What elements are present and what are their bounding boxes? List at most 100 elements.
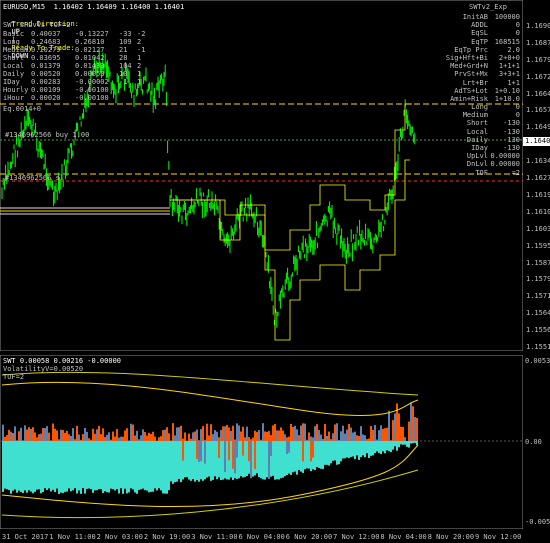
histogram-bar-high — [54, 428, 56, 441]
histogram-bar-low — [348, 441, 350, 459]
histogram-bar-high — [354, 431, 356, 441]
histogram-bar-high — [318, 430, 320, 441]
histogram-bar-low — [212, 441, 214, 480]
histogram-bar-dip — [248, 441, 250, 462]
histogram-bar-high — [168, 433, 170, 441]
histogram-bar-high — [144, 431, 146, 441]
histogram-bar-high — [90, 439, 92, 441]
right-panel-value: 0 — [515, 29, 520, 38]
histogram-bar-low — [340, 441, 342, 462]
histogram-bar-high — [284, 434, 286, 441]
histogram-bar-low — [58, 441, 60, 494]
histogram-bar-high — [26, 429, 28, 441]
histogram-bar-low — [334, 441, 336, 461]
histogram-bar-low — [388, 441, 390, 452]
right-panel-label: Medium — [462, 111, 488, 120]
histogram-bar-high — [402, 426, 404, 441]
right-panel-row: Local -130 — [440, 128, 520, 136]
histogram-bar-high — [148, 432, 150, 441]
price-tick: 1.15565 — [526, 326, 550, 335]
histogram-bar-low — [280, 441, 282, 479]
stats-cell-v2: 0.02127 — [75, 46, 105, 54]
histogram-bar-high — [24, 425, 26, 441]
histogram-bar-low — [28, 441, 30, 491]
stats-cell-v2: 0.26810 — [75, 38, 105, 46]
histogram-bar-low — [126, 441, 128, 494]
histogram-bar-high — [272, 425, 274, 441]
histogram-bar-high — [276, 430, 278, 441]
histogram-bar-dip — [250, 441, 252, 479]
time-tick: 9 Nov 12:00 — [475, 533, 522, 541]
histogram-bar-low — [256, 441, 258, 474]
histogram-bar-low — [70, 441, 72, 492]
right-panel-label: UpLvl — [466, 152, 488, 161]
histogram-bar-high — [80, 439, 82, 441]
histogram-bar-low — [44, 441, 46, 489]
histogram-bar-high — [44, 428, 46, 441]
histogram-bar-high — [176, 427, 178, 441]
histogram-bar-low — [378, 441, 380, 453]
histogram-bar-high — [244, 437, 246, 441]
histogram-bar-low — [252, 441, 254, 477]
histogram-bar-high — [278, 430, 280, 441]
histogram-bar-high — [286, 437, 288, 441]
histogram-bar-dip — [310, 441, 312, 462]
right-panel-row: EqTp Prc 2.0 — [440, 46, 520, 54]
histogram-bar-low — [106, 441, 108, 493]
histogram-bar-high — [228, 427, 230, 441]
right-panel-row: EqSL 0 — [440, 29, 520, 37]
histogram-bar-low — [320, 441, 322, 469]
right-panel-label: Daily — [466, 135, 488, 144]
histogram-bar-low — [258, 441, 260, 478]
histogram-bar-low — [330, 441, 332, 464]
histogram-bar-low — [56, 441, 58, 489]
histogram-bar-low — [326, 441, 328, 465]
histogram-bar-low — [128, 441, 130, 493]
histogram-bar-low — [374, 441, 376, 454]
histogram-bar-low — [386, 441, 388, 451]
histogram-bar-low — [226, 441, 228, 480]
histogram-bar-high — [200, 429, 202, 441]
right-panel-label: PrvSt+Mx — [454, 70, 488, 79]
histogram-bar-high — [250, 439, 252, 441]
histogram-bar-low — [94, 441, 96, 491]
histogram-bar-high — [94, 433, 96, 441]
right-panel-label: Long — [471, 103, 488, 112]
histogram-bar-low — [240, 441, 242, 477]
right-panel-row: UpLvl 0.00000 — [440, 152, 520, 160]
sub-chart[interactable] — [0, 355, 523, 529]
histogram-bar-high — [414, 417, 416, 441]
histogram-bar-high — [130, 423, 132, 441]
histogram-bar-dip — [204, 441, 206, 464]
histogram-bar-low — [100, 441, 102, 490]
histogram-bar-low — [370, 441, 372, 456]
histogram-bar-low — [188, 441, 190, 480]
histogram-bar-low — [178, 441, 180, 479]
histogram-bar-low — [336, 441, 338, 465]
histogram-bar-high — [40, 433, 42, 441]
price-tick: 1.15790 — [526, 275, 550, 284]
histogram-bar-high — [138, 439, 140, 441]
histogram-bar-high — [346, 429, 348, 441]
histogram-bar-high — [308, 432, 310, 441]
histogram-bar-high — [290, 424, 292, 441]
stats-cell-name: Basic — [3, 30, 25, 38]
histogram-bar-dip — [268, 441, 270, 479]
sub-axis-zero: 0.00 — [525, 438, 542, 446]
histogram-bar-high — [190, 438, 192, 441]
histogram-bar-dip — [198, 441, 200, 462]
right-panel-title: SWTv2_Exp — [469, 3, 507, 11]
price-tick: 1.16195 — [526, 190, 550, 199]
stats-cell-v4: -2 — [137, 30, 146, 38]
histogram-bar-high — [52, 423, 54, 441]
right-panel-row: TOF =2 — [440, 169, 520, 177]
histogram-bar-low — [390, 441, 392, 453]
histogram-bar-low — [352, 441, 354, 457]
histogram-bar-high — [288, 436, 290, 441]
histogram-bar-high — [46, 426, 48, 441]
histogram-bar-low — [276, 441, 278, 480]
right-panel-label: DnLvl — [466, 160, 488, 169]
right-panel-row: ADDL 0 — [440, 21, 520, 29]
histogram-bar-high — [72, 428, 74, 441]
histogram-bar-high — [50, 440, 52, 441]
